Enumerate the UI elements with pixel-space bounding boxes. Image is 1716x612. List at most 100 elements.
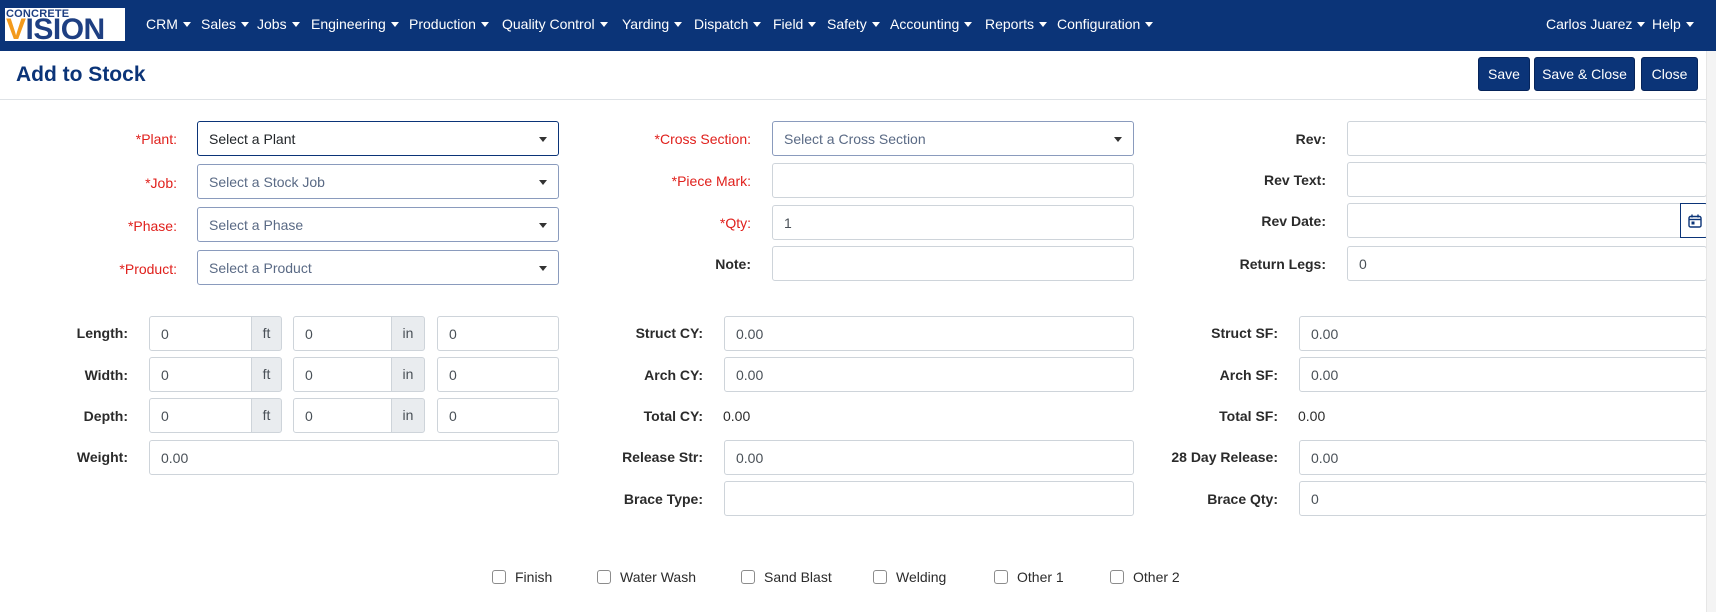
width-ft-unit: ft xyxy=(251,357,282,392)
caret-down-icon xyxy=(871,22,880,27)
length-in-input[interactable] xyxy=(293,316,392,351)
struct-cy-input[interactable] xyxy=(724,316,1134,351)
caret-down-icon xyxy=(390,22,399,27)
struct-sf-input[interactable] xyxy=(1299,316,1707,351)
other-2-checkbox[interactable]: Other 2 xyxy=(1110,568,1180,586)
caret-down-icon xyxy=(1637,22,1646,27)
nav-configuration[interactable]: Configuration xyxy=(1057,0,1154,48)
nav-quality-control[interactable]: Quality Control xyxy=(502,0,608,48)
phase-select[interactable]: Select a Phase xyxy=(197,207,559,242)
arch-cy-input[interactable] xyxy=(724,357,1134,392)
other-1-checkbox[interactable]: Other 1 xyxy=(994,568,1064,586)
brace-type-input[interactable] xyxy=(724,481,1134,516)
rev-date-label: Rev Date: xyxy=(1261,213,1326,229)
length-ft-input[interactable] xyxy=(149,316,252,351)
checkbox-icon[interactable] xyxy=(741,570,755,584)
job-select[interactable]: Select a Stock Job xyxy=(197,164,559,199)
phase-label: *Phase: xyxy=(127,218,177,234)
depth-in-input[interactable] xyxy=(293,398,392,433)
concrete-vision-logo[interactable]: CONCRETE VISION xyxy=(5,8,125,41)
28-day-release-input[interactable] xyxy=(1299,440,1707,475)
arch-cy-label: Arch CY: xyxy=(644,367,703,383)
note-input[interactable] xyxy=(772,246,1134,281)
rev-date-picker-button[interactable] xyxy=(1680,203,1708,238)
qty-label: *Qty: xyxy=(719,215,751,231)
nav-safety[interactable]: Safety xyxy=(827,0,880,48)
logo-bottom-text: VISION xyxy=(6,13,105,42)
depth-label: Depth: xyxy=(83,408,128,424)
plant-label: *Plant: xyxy=(135,131,177,147)
total-sf-label: Total SF: xyxy=(1219,408,1278,424)
return-legs-input[interactable] xyxy=(1347,246,1707,281)
length-in-unit: in xyxy=(391,316,425,351)
product-select[interactable]: Select a Product xyxy=(197,250,559,285)
cross-section-select-placeholder: Select a Cross Section xyxy=(784,131,926,147)
nav-field[interactable]: Field xyxy=(773,0,817,48)
width-label: Width: xyxy=(84,367,128,383)
nav-reports[interactable]: Reports xyxy=(985,0,1048,48)
save-and-close-button[interactable]: Save & Close xyxy=(1534,57,1635,91)
close-button[interactable]: Close xyxy=(1641,57,1698,91)
rev-label: Rev: xyxy=(1295,131,1326,147)
nav-user-menu[interactable]: Carlos Juarez xyxy=(1546,0,1646,48)
release-str-input[interactable] xyxy=(724,440,1134,475)
rev-date-input[interactable] xyxy=(1347,203,1681,238)
nav-jobs[interactable]: Jobs xyxy=(257,0,300,48)
checkbox-icon[interactable] xyxy=(1110,570,1124,584)
caret-down-icon xyxy=(674,22,683,27)
rev-text-input[interactable] xyxy=(1347,162,1707,197)
length-label: Length: xyxy=(76,325,128,341)
caret-down-icon xyxy=(539,223,547,228)
arch-sf-input[interactable] xyxy=(1299,357,1707,392)
qty-input[interactable] xyxy=(772,205,1134,240)
cross-section-select[interactable]: Select a Cross Section xyxy=(772,121,1134,156)
plant-select[interactable]: Select a Plant xyxy=(197,121,559,156)
depth-ft-unit: ft xyxy=(251,398,282,433)
piece-mark-input[interactable] xyxy=(772,163,1134,198)
save-button[interactable]: Save xyxy=(1478,57,1530,91)
width-ft-input[interactable] xyxy=(149,357,252,392)
struct-cy-label: Struct CY: xyxy=(635,325,703,341)
checkbox-icon[interactable] xyxy=(873,570,887,584)
caret-down-icon xyxy=(753,22,762,27)
nav-dispatch[interactable]: Dispatch xyxy=(694,0,762,48)
checkbox-icon[interactable] xyxy=(994,570,1008,584)
welding-checkbox[interactable]: Welding xyxy=(873,568,946,586)
note-label: Note: xyxy=(715,256,751,272)
width-total-input[interactable] xyxy=(437,357,559,392)
weight-input[interactable] xyxy=(149,440,559,475)
return-legs-label: Return Legs: xyxy=(1239,256,1326,272)
vertical-scrollbar[interactable] xyxy=(1706,51,1716,612)
width-in-input[interactable] xyxy=(293,357,392,392)
depth-total-input[interactable] xyxy=(437,398,559,433)
nav-production[interactable]: Production xyxy=(409,0,489,48)
water-wash-checkbox[interactable]: Water Wash xyxy=(597,568,696,586)
page-title: Add to Stock xyxy=(16,63,146,86)
nav-accounting[interactable]: Accounting xyxy=(890,0,973,48)
nav-sales[interactable]: Sales xyxy=(201,0,250,48)
nav-crm[interactable]: CRM xyxy=(146,0,191,48)
nav-help[interactable]: Help xyxy=(1652,0,1694,48)
caret-down-icon xyxy=(808,22,817,27)
struct-sf-label: Struct SF: xyxy=(1211,325,1278,341)
cross-section-label: *Cross Section: xyxy=(654,131,751,147)
caret-down-icon xyxy=(1114,137,1122,142)
caret-down-icon xyxy=(539,266,547,271)
total-cy-label: Total CY: xyxy=(643,408,703,424)
release-str-label: Release Str: xyxy=(622,449,703,465)
depth-ft-input[interactable] xyxy=(149,398,252,433)
total-sf-value: 0.00 xyxy=(1298,408,1326,424)
length-ft-unit: ft xyxy=(251,316,282,351)
checkbox-icon[interactable] xyxy=(492,570,506,584)
total-cy-value: 0.00 xyxy=(723,408,751,424)
nav-yarding[interactable]: Yarding xyxy=(622,0,683,48)
finish-checkbox[interactable]: Finish xyxy=(492,568,552,586)
brace-qty-input[interactable] xyxy=(1299,481,1707,516)
calendar-icon xyxy=(1688,214,1702,228)
length-total-input[interactable] xyxy=(437,316,559,351)
sand-blast-checkbox[interactable]: Sand Blast xyxy=(741,568,832,586)
caret-down-icon xyxy=(182,22,191,27)
nav-engineering[interactable]: Engineering xyxy=(311,0,399,48)
checkbox-icon[interactable] xyxy=(597,570,611,584)
rev-input[interactable] xyxy=(1347,121,1707,156)
